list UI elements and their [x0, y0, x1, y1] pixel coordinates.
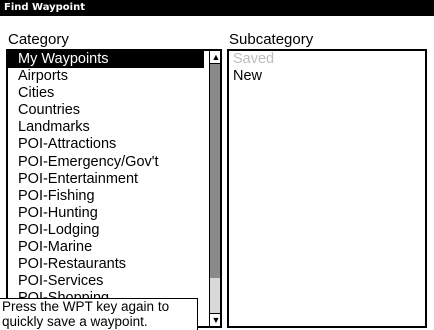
category-item-poi-attractions[interactable]: POI-Attractions	[8, 136, 204, 153]
category-item-landmarks[interactable]: Landmarks	[8, 119, 204, 136]
category-item-poi-hunting[interactable]: POI-Hunting	[8, 205, 204, 222]
subcategory-item-new[interactable]: New	[229, 68, 425, 85]
subcategory-list-box: Saved New	[227, 49, 427, 328]
subcategory-heading: Subcategory	[229, 31, 314, 48]
category-item-poi-restaurants[interactable]: POI-Restaurants	[8, 256, 204, 273]
category-list-box: My Waypoints Airports Cities Countries L…	[6, 49, 222, 328]
category-item-poi-entertainment[interactable]: POI-Entertainment	[8, 171, 204, 188]
category-item-poi-marine[interactable]: POI-Marine	[8, 239, 204, 256]
category-item-my-waypoints[interactable]: My Waypoints	[8, 51, 204, 69]
subcategory-item-saved: Saved	[233, 51, 275, 67]
category-item-cities[interactable]: Cities	[8, 85, 204, 102]
subcategory-list: Saved New	[229, 51, 425, 85]
category-item-airports[interactable]: Airports	[8, 68, 204, 85]
arrow-up-icon[interactable]: ▲	[210, 51, 220, 64]
arrow-down-icon[interactable]: ▼	[210, 313, 220, 326]
category-list: My Waypoints Airports Cities Countries L…	[8, 51, 204, 307]
category-item-poi-services[interactable]: POI-Services	[8, 273, 204, 290]
window-title: Find Waypoint	[0, 0, 434, 16]
category-item-poi-emergency[interactable]: POI-Emergency/Gov't	[8, 154, 204, 171]
category-item-poi-fishing[interactable]: POI-Fishing	[8, 188, 204, 205]
tooltip-line-2: quickly save a waypoint.	[2, 314, 148, 329]
category-item-countries[interactable]: Countries	[8, 102, 204, 119]
help-tooltip: Press the WPT key again to quickly save …	[0, 298, 198, 330]
tooltip-line-1: Press the WPT key again to	[2, 299, 170, 314]
find-waypoint-screen: Find Waypoint Category Subcategory My Wa…	[0, 0, 434, 330]
category-item-poi-lodging[interactable]: POI-Lodging	[8, 222, 204, 239]
category-scrollbar[interactable]: ▲ ▼	[209, 51, 220, 326]
category-heading: Category	[8, 31, 69, 48]
scrollbar-thumb[interactable]	[210, 64, 220, 278]
